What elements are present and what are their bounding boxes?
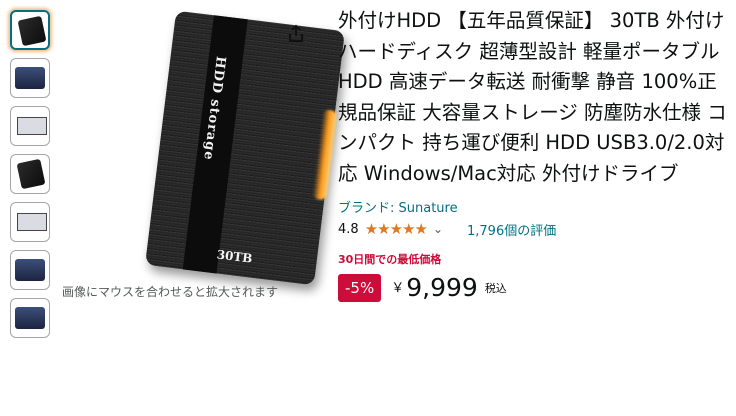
rating-row: 4.8 ★★★★★ ⌄ 1,796個の評価 (338, 219, 728, 239)
thumbnail-7[interactable] (10, 298, 50, 338)
thumbnail-image (17, 213, 47, 231)
thumbnail-image (15, 67, 45, 89)
drive-glow (312, 109, 338, 201)
share-icon[interactable] (286, 24, 306, 44)
product-info: 外付けHDD 【五年品質保証】 30TB 外付けハードディスク 超薄型設計 軽量… (338, 6, 728, 302)
thumbnail-5[interactable] (10, 202, 50, 242)
thumbnail-image (15, 259, 45, 281)
price: 9,999 (406, 273, 478, 302)
drive-image: HDD storage 30TB (145, 10, 345, 286)
main-image[interactable]: HDD storage 30TB (62, 8, 345, 308)
thumbnail-image (15, 307, 45, 329)
thumbnail-4[interactable] (10, 154, 50, 194)
thumbnail-image (17, 117, 47, 135)
thumbnail-2[interactable] (10, 58, 50, 98)
rating-value: 4.8 (338, 221, 359, 237)
zoom-hint: 画像にマウスを合わせると拡大されます (62, 285, 279, 299)
thumbnail-image (16, 158, 46, 190)
drive-thumbnail-image (17, 15, 47, 47)
lowest-price-badge: 30日間での最低価格 (338, 253, 442, 266)
ratings-count-link[interactable]: 1,796個の評価 (467, 220, 556, 239)
thumbnail-1[interactable] (10, 10, 50, 50)
star-rating-icon[interactable]: ★★★★★ (365, 220, 428, 238)
drive-capacity: 30TB (215, 247, 254, 266)
product-title: 外付けHDD 【五年品質保証】 30TB 外付けハードディスク 超薄型設計 軽量… (338, 9, 727, 185)
thumbnail-6[interactable] (10, 250, 50, 290)
currency-symbol: ￥ (391, 281, 405, 296)
thumbnail-strip (8, 10, 54, 346)
tax-note: 税込 (484, 281, 507, 295)
thumbnail-3[interactable] (10, 106, 50, 146)
price-row: -5% ￥ 9,999 税込 (338, 273, 728, 302)
chevron-down-icon[interactable]: ⌄ (433, 222, 443, 236)
brand-link[interactable]: ブランド: Sunature (338, 197, 728, 216)
discount-badge: -5% (338, 273, 382, 302)
